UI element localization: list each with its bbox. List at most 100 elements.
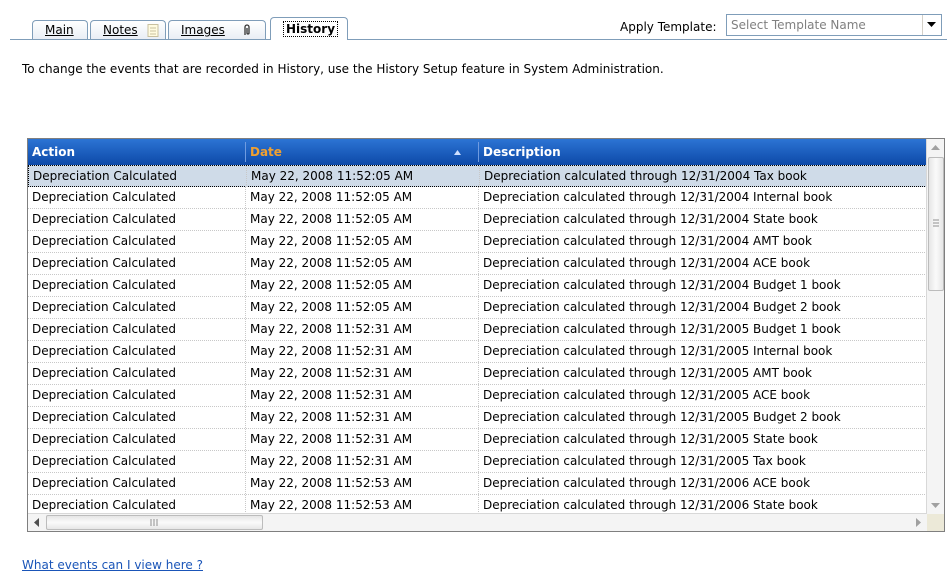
- arrow-left-icon: [34, 518, 39, 527]
- column-header-description[interactable]: Description: [479, 139, 927, 165]
- arrow-down-icon: [931, 503, 940, 508]
- horizontal-scroll-thumb[interactable]: [46, 515, 263, 530]
- column-header-date-label: Date: [250, 145, 282, 159]
- apply-template-label: Apply Template:: [620, 20, 717, 34]
- help-link[interactable]: What events can I view here ?: [22, 558, 203, 572]
- cell-date: May 22, 2008 11:52:31 AM: [245, 451, 478, 472]
- cell-description: Depreciation calculated through 12/31/20…: [479, 166, 928, 187]
- cell-description: Depreciation calculated through 12/31/20…: [478, 187, 927, 208]
- table-row[interactable]: Depreciation Calculated May 22, 2008 11:5…: [28, 165, 927, 187]
- scroll-up-button[interactable]: [927, 139, 944, 156]
- table-row[interactable]: Depreciation Calculated May 22, 2008 11:5…: [28, 451, 927, 473]
- note-icon: [147, 24, 159, 37]
- table-row[interactable]: Depreciation Calculated May 22, 2008 11:5…: [28, 407, 927, 429]
- cell-action: Depreciation Calculated: [32, 278, 177, 292]
- table-row[interactable]: Depreciation Calculated May 22, 2008 11:5…: [28, 385, 927, 407]
- table-row[interactable]: Depreciation Calculated May 22, 2008 11:5…: [28, 253, 927, 275]
- tab-images-label: Images: [181, 23, 225, 37]
- table-row[interactable]: Depreciation Calculated May 22, 2008 11:5…: [28, 473, 927, 495]
- cell-action: Depreciation Calculated: [32, 322, 177, 336]
- column-header-description-label: Description: [483, 145, 561, 159]
- table-row[interactable]: Depreciation Calculated May 22, 2008 11:5…: [28, 363, 927, 385]
- table-row[interactable]: Depreciation Calculated May 22, 2008 11:5…: [28, 231, 927, 253]
- cell-date: May 22, 2008 11:52:31 AM: [245, 429, 478, 450]
- tab-notes-label: Notes: [103, 23, 138, 37]
- column-header-date[interactable]: Date: [246, 139, 478, 165]
- cell-description: Depreciation calculated through 12/31/20…: [478, 209, 927, 230]
- table-row[interactable]: Depreciation Calculated May 22, 2008 11:5…: [28, 341, 927, 363]
- cell-description: Depreciation calculated through 12/31/20…: [478, 473, 927, 494]
- tab-main[interactable]: Main: [32, 20, 88, 39]
- cell-date: May 22, 2008 11:52:05 AM: [245, 253, 478, 274]
- table-row[interactable]: Depreciation Calculated May 22, 2008 11:5…: [28, 319, 927, 341]
- cell-description: Depreciation calculated through 12/31/20…: [478, 407, 927, 428]
- cell-action: Depreciation Calculated: [32, 476, 177, 490]
- cell-date: May 22, 2008 11:52:31 AM: [245, 319, 478, 340]
- grid-body: Depreciation Calculated May 22, 2008 11:5…: [28, 165, 927, 517]
- cell-action: Depreciation Calculated: [32, 234, 177, 248]
- sort-ascending-icon: [454, 150, 461, 155]
- paperclip-icon: [244, 24, 250, 35]
- grip-icon: [150, 519, 158, 526]
- cell-date: May 22, 2008 11:52:31 AM: [245, 341, 478, 362]
- column-header-action-label: Action: [32, 145, 76, 159]
- cell-action: Depreciation Calculated: [32, 388, 177, 402]
- cell-description: Depreciation calculated through 12/31/20…: [478, 429, 927, 450]
- cell-description: Depreciation calculated through 12/31/20…: [478, 319, 927, 340]
- cell-description: Depreciation calculated through 12/31/20…: [478, 363, 927, 384]
- cell-description: Depreciation calculated through 12/31/20…: [478, 253, 927, 274]
- tab-history[interactable]: History: [270, 17, 348, 40]
- cell-action: Depreciation Calculated: [32, 300, 177, 314]
- tab-images[interactable]: Images: [168, 20, 266, 39]
- tab-history-label: History: [283, 21, 339, 37]
- scrollbar-corner: [927, 514, 944, 531]
- cell-date: May 22, 2008 11:52:53 AM: [245, 473, 478, 494]
- tab-main-label: Main: [45, 23, 74, 37]
- vertical-scrollbar[interactable]: [926, 139, 944, 514]
- cell-description: Depreciation calculated through 12/31/20…: [478, 297, 927, 318]
- cell-description: Depreciation calculated through 12/31/20…: [478, 341, 927, 362]
- grid-header: Action Date Description: [28, 139, 927, 165]
- table-row[interactable]: Depreciation Calculated May 22, 2008 11:5…: [28, 275, 927, 297]
- cell-date: May 22, 2008 11:52:31 AM: [245, 385, 478, 406]
- cell-action: Depreciation Calculated: [32, 190, 177, 204]
- template-select-placeholder: Select Template Name: [731, 18, 866, 32]
- template-select[interactable]: Select Template Name: [726, 14, 942, 36]
- column-header-action[interactable]: Action: [28, 139, 245, 165]
- chevron-down-icon: [927, 22, 936, 27]
- table-row[interactable]: Depreciation Calculated May 22, 2008 11:5…: [28, 297, 927, 319]
- scroll-left-button[interactable]: [28, 514, 45, 531]
- arrow-up-icon: [931, 145, 940, 150]
- cell-date: May 22, 2008 11:52:05 AM: [245, 275, 478, 296]
- table-row[interactable]: Depreciation Calculated May 22, 2008 11:5…: [28, 429, 927, 451]
- history-info-text: To change the events that are recorded i…: [22, 62, 664, 76]
- cell-action: Depreciation Calculated: [32, 256, 177, 270]
- cell-date: May 22, 2008 11:52:05 AM: [245, 209, 478, 230]
- tab-notes[interactable]: Notes: [90, 20, 166, 39]
- vertical-scroll-thumb[interactable]: [928, 157, 944, 291]
- cell-action: Depreciation Calculated: [32, 212, 177, 226]
- cell-action: Depreciation Calculated: [32, 432, 177, 446]
- scroll-down-button[interactable]: [927, 497, 944, 514]
- cell-action: Depreciation Calculated: [33, 169, 178, 183]
- cell-date: May 22, 2008 11:52:05 AM: [246, 166, 479, 187]
- cell-date: May 22, 2008 11:52:05 AM: [245, 297, 478, 318]
- cell-description: Depreciation calculated through 12/31/20…: [478, 385, 927, 406]
- cell-description: Depreciation calculated through 12/31/20…: [478, 451, 927, 472]
- cell-action: Depreciation Calculated: [32, 454, 177, 468]
- arrow-right-icon: [916, 518, 921, 527]
- cell-date: May 22, 2008 11:52:31 AM: [245, 407, 478, 428]
- template-dropdown-button[interactable]: [922, 15, 941, 35]
- tab-baseline: [10, 39, 947, 40]
- history-grid: Action Date Description Depreciation Cal…: [27, 138, 945, 532]
- scroll-right-button[interactable]: [910, 514, 927, 531]
- horizontal-scrollbar[interactable]: [28, 513, 927, 531]
- cell-description: Depreciation calculated through 12/31/20…: [478, 275, 927, 296]
- cell-description: Depreciation calculated through 12/31/20…: [478, 231, 927, 252]
- table-row[interactable]: Depreciation Calculated May 22, 2008 11:5…: [28, 209, 927, 231]
- cell-action: Depreciation Calculated: [32, 366, 177, 380]
- cell-action: Depreciation Calculated: [32, 344, 177, 358]
- cell-date: May 22, 2008 11:52:05 AM: [245, 187, 478, 208]
- tab-bar: Main Notes Images History Apply Template…: [0, 0, 947, 40]
- table-row[interactable]: Depreciation Calculated May 22, 2008 11:5…: [28, 187, 927, 209]
